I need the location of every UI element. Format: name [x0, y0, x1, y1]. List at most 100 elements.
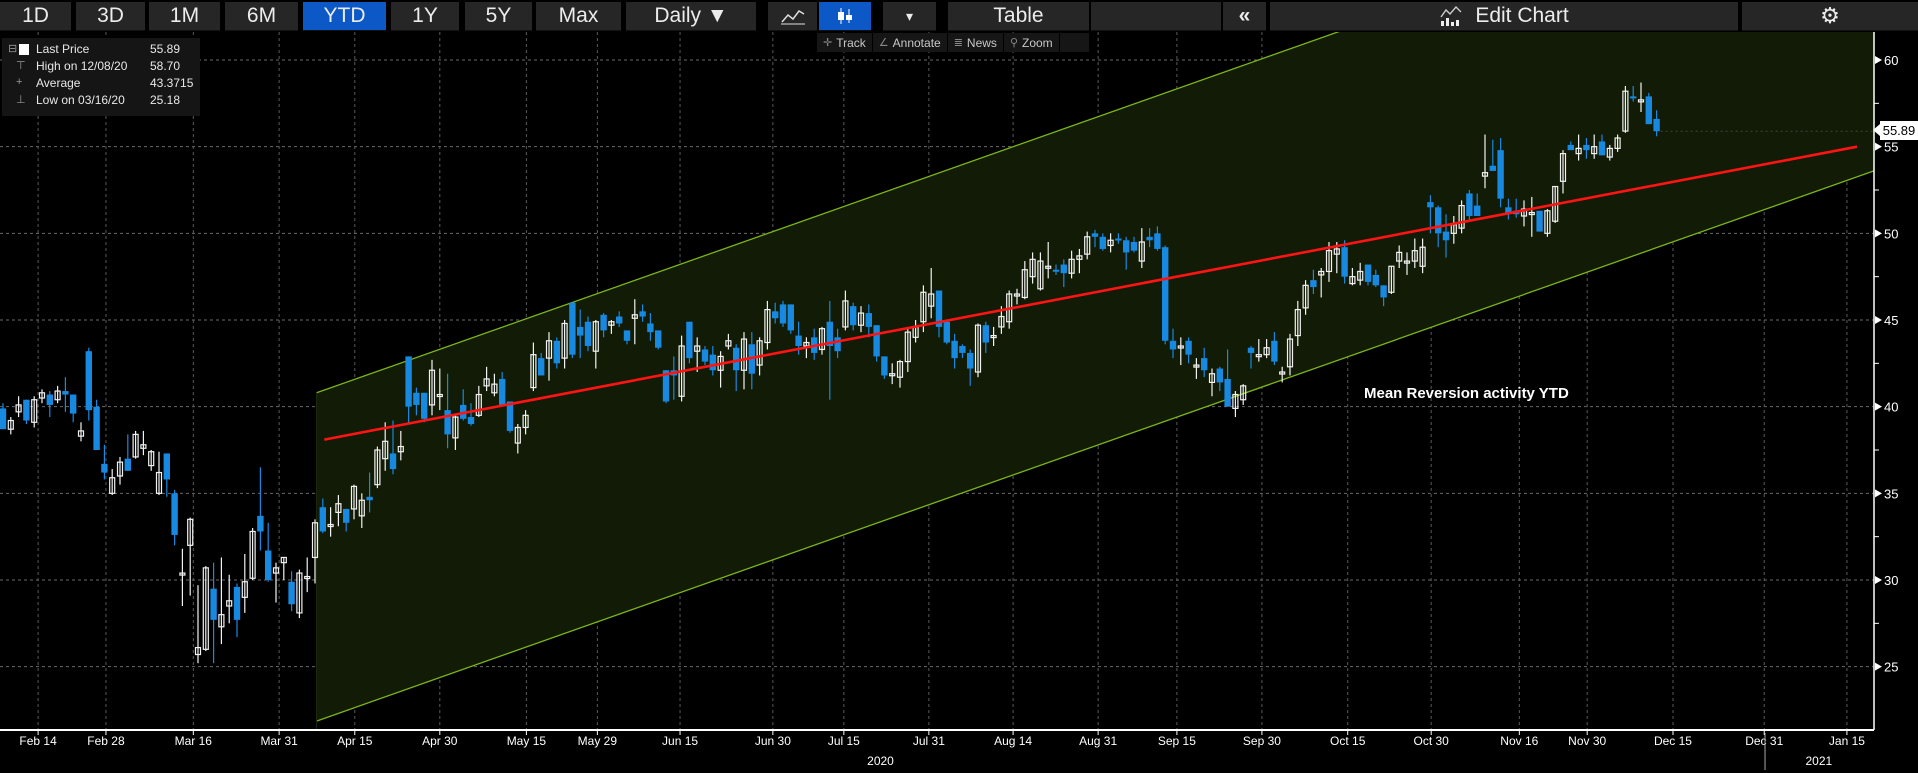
y-tick-label: 40 — [1884, 400, 1898, 415]
chart-type-dropdown[interactable]: ▾ — [883, 2, 936, 31]
candle-body-down — [1489, 165, 1496, 171]
candle-body-down — [499, 378, 506, 405]
crosshair-icon: ✛ — [823, 37, 833, 49]
x-tick-label: Jul 31 — [913, 734, 945, 748]
edit-chart-button[interactable]: Edit Chart — [1270, 2, 1738, 31]
candle — [132, 430, 139, 459]
collapse-button[interactable]: « — [1223, 2, 1266, 31]
x-tick-label: Oct 15 — [1330, 734, 1366, 748]
y-tick-arrow — [1875, 142, 1882, 151]
candle — [1536, 210, 1543, 232]
range-3d-button[interactable]: 3D — [76, 2, 145, 31]
settings-button[interactable]: ⚙ — [1742, 2, 1918, 31]
zoom-tool[interactable]: ⚲ Zoom — [1004, 33, 1060, 52]
candle-body-down — [1146, 236, 1153, 241]
candlestick-button[interactable] — [819, 2, 871, 31]
candle — [202, 566, 209, 652]
y-tick-arrow — [1875, 489, 1882, 498]
x-tick-label: Apr 30 — [422, 734, 458, 748]
x-tick-label: Mar 31 — [260, 734, 298, 748]
line-chart-button[interactable] — [768, 2, 817, 31]
candle — [23, 399, 30, 424]
low-marker-icon: ⊥ — [16, 94, 26, 106]
news-tool[interactable]: ≣ News — [948, 33, 1004, 52]
y-tick-label: 50 — [1884, 226, 1898, 241]
year-label: 2021 — [1805, 754, 1832, 768]
candle-body-down — [343, 508, 350, 523]
candle-body-down — [62, 391, 69, 395]
candle — [210, 562, 217, 664]
track-label: Track — [836, 35, 866, 50]
candle-body-down — [93, 406, 100, 450]
y-tick-label: 30 — [1884, 573, 1898, 588]
candle-body-down — [701, 349, 709, 362]
candle-body-down — [1162, 247, 1169, 341]
candle — [584, 316, 592, 352]
candle — [241, 553, 248, 613]
frequency-dropdown[interactable]: Daily ▼ — [626, 2, 756, 31]
range-max-button[interactable]: Max — [536, 2, 621, 31]
x-tick-label: Oct 30 — [1414, 734, 1450, 748]
candle — [171, 489, 178, 546]
candle-body-down — [959, 345, 966, 353]
candle-body-down — [647, 323, 654, 333]
last-price-tag: 55.89 — [1873, 121, 1918, 140]
candle-body-down — [967, 352, 974, 369]
track-tool[interactable]: ✛ Track — [817, 33, 873, 52]
candle-body-down — [1474, 205, 1481, 216]
x-tick-label: Feb 14 — [19, 734, 57, 748]
candle — [779, 300, 787, 327]
candle-body-down — [101, 463, 108, 473]
magnifier-icon: ⚲ — [1009, 37, 1018, 49]
range-1d-button[interactable]: 1D — [0, 2, 71, 31]
annotate-tool[interactable]: ∠ Annotate — [873, 33, 948, 52]
y-tick-arrow — [1875, 315, 1882, 324]
candle-body-down — [163, 453, 170, 480]
legend-row-last-price[interactable]: ⊟ Last Price 55.89 — [2, 42, 200, 58]
candle-body-down — [686, 321, 693, 359]
candle-body-down — [0, 408, 7, 430]
year-label: 2020 — [867, 754, 894, 768]
candle-body-down — [600, 314, 607, 331]
price-chart[interactable]: 25 30 35 40 45 50 55 60 Feb 14 Feb 28 Mar 16 Mar 31… — [0, 0, 1918, 773]
candle-body-down — [1185, 340, 1192, 355]
table-button[interactable]: Table — [948, 2, 1089, 31]
candle-body-down — [257, 515, 264, 532]
candle-body-down — [850, 306, 857, 326]
chart-annotation: Mean Reversion activity YTD — [1364, 385, 1569, 402]
y-tick-label: 60 — [1884, 53, 1898, 68]
news-icon: ≣ — [953, 37, 963, 49]
candle-body-down — [1583, 144, 1590, 151]
candle — [218, 557, 225, 645]
gear-icon: ⚙ — [1820, 3, 1840, 28]
candle — [101, 444, 108, 480]
line-chart-icon — [780, 10, 805, 25]
legend: ⊟ Last Price 55.89 ⊤ High on 12/08/20 58… — [2, 38, 200, 116]
candle — [46, 391, 53, 418]
range-1y-button[interactable]: 1Y — [391, 2, 459, 31]
range-5y-button[interactable]: 5Y — [465, 2, 532, 31]
candle-body-down — [873, 325, 880, 357]
x-tick-label: Aug 14 — [994, 734, 1032, 748]
candle-body-down — [772, 311, 779, 319]
candle — [304, 557, 311, 593]
range-1m-button[interactable]: 1M — [149, 2, 220, 31]
range-ytd-button[interactable]: YTD — [303, 2, 386, 31]
candle-body-down — [1216, 368, 1223, 383]
candle — [38, 389, 46, 404]
toolbar-spacer — [1091, 2, 1221, 31]
edit-chart-icon — [1440, 5, 1462, 26]
x-tick-label: Dec 31 — [1745, 734, 1783, 748]
pencil-icon: ∠ — [878, 37, 889, 49]
candle — [272, 562, 280, 603]
range-6m-button[interactable]: 6M — [225, 2, 298, 31]
x-tick-label: Jul 15 — [828, 734, 860, 748]
candle-body-down — [951, 340, 958, 359]
candle — [194, 585, 202, 664]
candle-body-down — [366, 496, 373, 501]
candle — [226, 574, 233, 624]
x-tick-label: Apr 15 — [337, 734, 373, 748]
candle-body-down — [1598, 141, 1606, 156]
legend-row-average: + Average 43.3715 — [2, 76, 200, 92]
candle-body-down — [553, 340, 560, 364]
